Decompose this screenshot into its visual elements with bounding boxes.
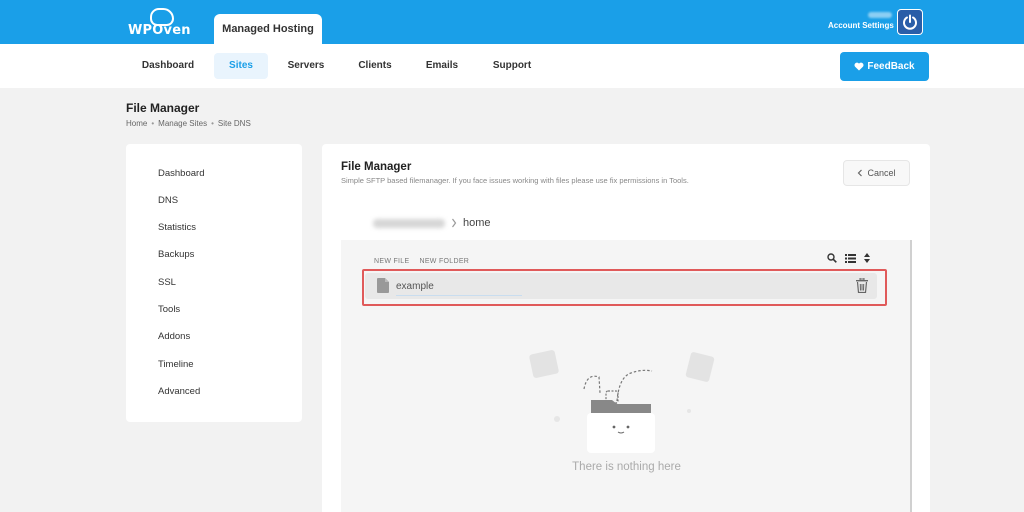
cancel-button[interactable]: Cancel: [843, 160, 910, 186]
nav-servers[interactable]: Servers: [278, 53, 334, 79]
tab-managed-hosting[interactable]: Managed Hosting: [214, 14, 322, 44]
breadcrumb-manage-sites[interactable]: Manage Sites: [158, 119, 207, 128]
nav-support[interactable]: Support: [484, 53, 540, 79]
breadcrumb-separator: •: [211, 119, 214, 128]
search-icon[interactable]: [827, 253, 837, 263]
nav-sites[interactable]: Sites: [214, 53, 268, 79]
chevron-right-icon: [452, 218, 457, 228]
list-icon[interactable]: [845, 253, 856, 263]
file-row-highlight: [362, 269, 887, 306]
new-folder-button[interactable]: NEW FOLDER: [419, 258, 469, 265]
sidebar-item-ssl[interactable]: SSL: [158, 277, 176, 288]
cancel-label: Cancel: [867, 168, 896, 178]
nav-emails[interactable]: Emails: [416, 53, 468, 79]
panel-title: File Manager: [341, 161, 412, 173]
sidebar-item-timeline[interactable]: Timeline: [158, 359, 194, 370]
account-name-redacted: [868, 12, 892, 18]
logo-text: WPOven: [128, 23, 191, 38]
nav-clients[interactable]: Clients: [348, 53, 402, 79]
power-button[interactable]: [897, 9, 923, 35]
breadcrumb-site-dns: Site DNS: [217, 119, 251, 128]
sort-icon[interactable]: [864, 253, 870, 263]
breadcrumb-separator: •: [151, 119, 155, 128]
sidebar-item-tools[interactable]: Tools: [158, 304, 180, 315]
chevron-left-icon: [858, 169, 863, 177]
top-bar: WPOven Managed Hosting Account Settings: [0, 0, 1024, 44]
file-manager-panel: File Manager Simple SFTP based filemanag…: [322, 144, 930, 512]
path-root-redacted[interactable]: [373, 218, 445, 228]
new-file-button[interactable]: NEW FILE: [374, 258, 409, 265]
sidebar-item-statistics[interactable]: Statistics: [158, 222, 196, 233]
wpoven-logo[interactable]: WPOven: [128, 8, 198, 40]
empty-folder-illustration: [529, 350, 715, 453]
empty-state-message: There is nothing here: [572, 461, 681, 473]
path-current[interactable]: home: [463, 217, 491, 229]
view-controls: [827, 253, 870, 263]
heart-icon: [854, 62, 864, 71]
page-title: File Manager: [126, 101, 200, 115]
breadcrumb: Home • Manage Sites • Site DNS: [126, 119, 251, 128]
site-sidebar: Dashboard DNS Statistics Backups SSL Too…: [126, 144, 302, 422]
power-icon: [903, 14, 917, 30]
sidebar-item-backups[interactable]: Backups: [158, 249, 194, 260]
sidebar-item-dashboard[interactable]: Dashboard: [158, 168, 204, 179]
path-breadcrumb: home: [373, 217, 491, 229]
account-settings-link[interactable]: Account Settings: [828, 21, 894, 30]
breadcrumb-home[interactable]: Home: [126, 119, 147, 128]
sidebar-item-dns[interactable]: DNS: [158, 195, 178, 206]
sidebar-item-advanced[interactable]: Advanced: [158, 386, 200, 397]
file-toolbar: NEW FILE NEW FOLDER: [374, 258, 469, 265]
feedback-button[interactable]: FeedBack: [840, 52, 929, 81]
feedback-label: FeedBack: [867, 61, 915, 72]
nav-dashboard[interactable]: Dashboard: [130, 53, 206, 79]
panel-subtitle: Simple SFTP based filemanager. If you fa…: [341, 176, 689, 185]
sidebar-item-addons[interactable]: Addons: [158, 331, 190, 342]
